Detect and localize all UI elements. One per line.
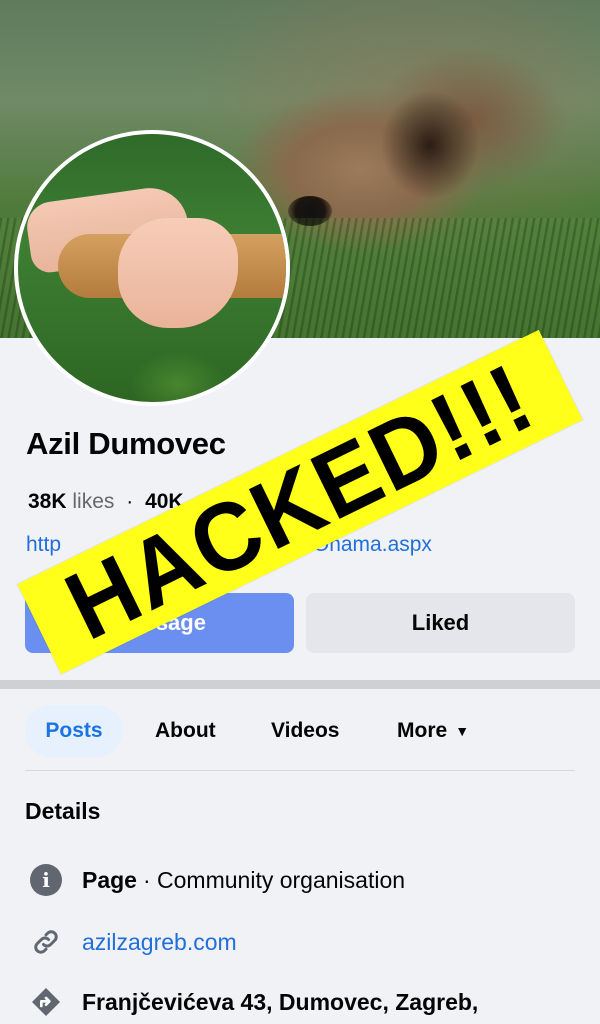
- tab-about[interactable]: About: [155, 705, 216, 757]
- profile-picture[interactable]: [14, 130, 290, 406]
- detail-website[interactable]: azilzagreb.com: [30, 926, 237, 958]
- address-text: Franjčevićeva 43, Dumovec, Zagreb,: [82, 988, 479, 1015]
- cover-dog-ear: [380, 90, 480, 200]
- avatar-hand: [118, 218, 238, 328]
- website-link[interactable]: azilzagreb.com: [82, 929, 237, 956]
- tab-more-label: More: [397, 719, 448, 742]
- stats-separator: ·: [126, 490, 134, 513]
- tab-posts-label: Posts: [45, 719, 103, 742]
- directions-icon: [30, 986, 62, 1018]
- page-category: · Community organisation: [142, 866, 406, 893]
- tab-about-label: About: [155, 719, 216, 742]
- tabs-divider: [25, 770, 575, 771]
- tab-videos[interactable]: Videos: [271, 705, 339, 757]
- tab-videos-label: Videos: [271, 719, 340, 742]
- caret-down-icon: ▼: [455, 723, 470, 739]
- details-heading: Details: [25, 798, 101, 824]
- detail-page-category: i Page · Community organisation: [30, 864, 405, 896]
- info-icon: i: [30, 864, 62, 896]
- likes-label: likes: [72, 490, 115, 513]
- page-name: Azil Dumovec: [26, 426, 226, 461]
- url-start: http: [26, 533, 62, 556]
- liked-button-label: Liked: [411, 610, 470, 635]
- section-divider: [0, 680, 600, 689]
- tab-more[interactable]: More ▼: [397, 705, 469, 757]
- link-icon: [30, 926, 62, 958]
- tab-posts[interactable]: Posts: [25, 705, 123, 757]
- detail-address[interactable]: Franjčevićeva 43, Dumovec, Zagreb,: [30, 986, 478, 1018]
- liked-button[interactable]: Liked: [306, 593, 575, 653]
- page-label: Page: [82, 866, 137, 893]
- likes-count: 38K: [28, 490, 67, 513]
